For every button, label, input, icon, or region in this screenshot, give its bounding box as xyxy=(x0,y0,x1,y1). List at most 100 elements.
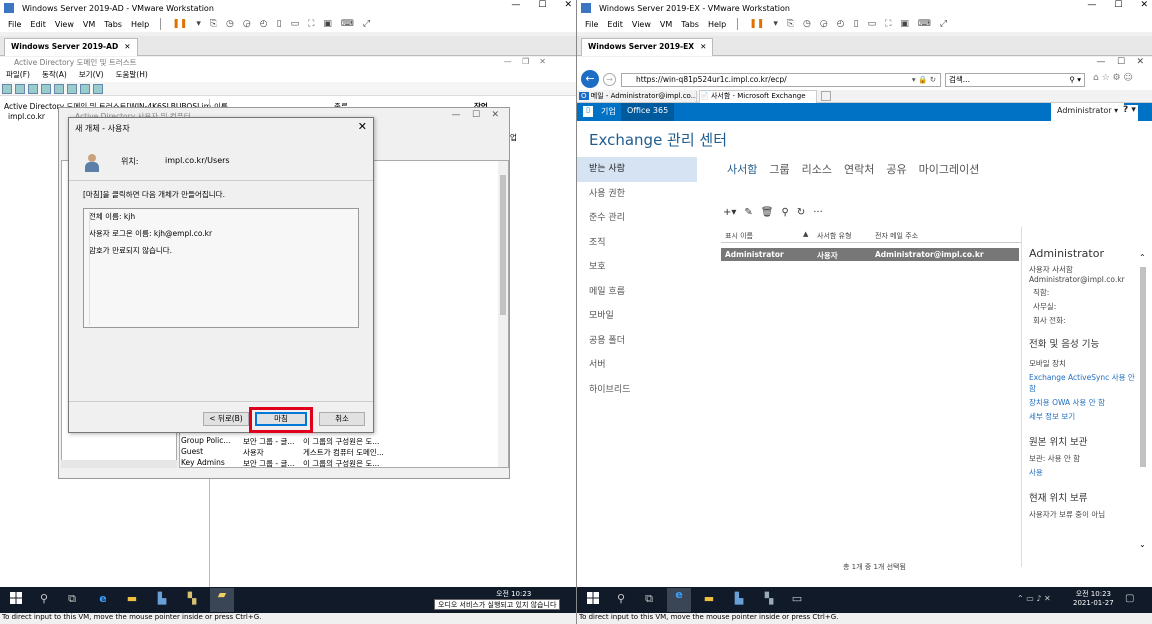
search-icon[interactable]: ⚲ xyxy=(782,207,789,218)
nav-organization[interactable]: 조직 xyxy=(577,231,697,256)
link-details[interactable]: 세부 정보 보기 xyxy=(1029,411,1139,422)
aduc-menu-file[interactable]: 파일(F) xyxy=(6,69,30,81)
summary-scrollbar[interactable] xyxy=(89,211,97,325)
menu-tabs[interactable]: Tabs xyxy=(681,20,699,29)
task-view-icon[interactable]: ⧉ xyxy=(64,592,80,608)
user-menu[interactable]: Administrator ▾ xyxy=(1051,103,1125,121)
dialog-close-icon[interactable]: ✕ xyxy=(358,120,367,133)
menu-help[interactable]: Help xyxy=(708,20,726,29)
search-field[interactable]: 검색... ⚲ ▾ xyxy=(945,73,1085,87)
aduc-menu-view[interactable]: 보기(V) xyxy=(79,69,104,81)
finish-button[interactable]: 마침 xyxy=(255,412,307,426)
unity-icon[interactable]: ▣ xyxy=(900,19,909,29)
task-view-icon[interactable]: ⧉ xyxy=(641,592,657,608)
search-icon[interactable]: ⚲ ▾ xyxy=(1069,74,1081,86)
tab-resources[interactable]: 리소스 xyxy=(802,161,832,177)
bg-tree-hscroll[interactable] xyxy=(61,460,177,468)
start-icon[interactable] xyxy=(585,592,601,608)
scrollbar-thumb[interactable] xyxy=(1140,267,1146,467)
vm-tab[interactable]: Windows Server 2019-EX ✕ xyxy=(581,38,714,56)
nav-mobile[interactable]: 모바일 xyxy=(577,304,697,329)
nav-servers[interactable]: 서버 xyxy=(577,353,697,378)
delete-icon[interactable]: 🗑 xyxy=(761,207,774,218)
revert-icon[interactable]: ◶ xyxy=(820,19,828,29)
manage-snapshots-icon[interactable]: ◴ xyxy=(837,19,845,29)
nav-public-folders[interactable]: 공용 폴더 xyxy=(577,329,697,354)
explorer-icon[interactable]: ▬ xyxy=(701,592,717,608)
link-activesync[interactable]: Exchange ActiveSync 사용 안 함 xyxy=(1029,372,1139,394)
stretch-icon[interactable]: ⤢ xyxy=(363,19,370,29)
library-icon[interactable]: ▯ xyxy=(854,19,859,29)
lock-icon[interactable]: ▾ 🔒 ↻ xyxy=(912,74,936,86)
console-icon[interactable]: ⌨ xyxy=(918,19,931,29)
stretch-icon[interactable]: ⤢ xyxy=(940,19,947,29)
exchange-shell-icon[interactable]: ▚ xyxy=(761,592,777,608)
ie-icon[interactable]: e xyxy=(95,592,111,608)
export-icon[interactable] xyxy=(67,84,77,94)
clock[interactable]: 오전 10:23 2021-01-27 xyxy=(1073,590,1114,608)
ie-icon[interactable]: e xyxy=(667,588,691,612)
browser-tab-mail[interactable]: O 메일 - Administrator@impl.co.... xyxy=(579,91,697,102)
details-scrollbar[interactable]: ⌃ ⌄ xyxy=(1139,253,1147,549)
view-icon[interactable] xyxy=(93,84,103,94)
explorer-icon[interactable]: ▬ xyxy=(124,592,140,608)
minimize-button[interactable]: — xyxy=(511,0,520,10)
dropdown-icon[interactable]: ▾ xyxy=(773,19,778,29)
close-button[interactable]: ✕ xyxy=(1140,0,1148,10)
nav-protection[interactable]: 보호 xyxy=(577,255,697,280)
close-tab-icon[interactable]: ✕ xyxy=(700,42,706,53)
clock-time[interactable]: 오전 10:23 xyxy=(496,590,531,599)
help-icon[interactable] xyxy=(80,84,90,94)
nav-compliance[interactable]: 준수 관리 xyxy=(577,206,697,231)
menu-file[interactable]: File xyxy=(585,20,598,29)
enterprise-label[interactable]: 기업 xyxy=(601,106,616,117)
forward-icon[interactable]: → xyxy=(603,73,616,86)
back-button[interactable]: < 뒤로(B) xyxy=(203,412,249,426)
more-icon[interactable]: ··· xyxy=(813,207,823,218)
tab-groups[interactable]: 그룹 xyxy=(769,161,789,177)
maximize-button[interactable]: ☐ xyxy=(538,0,546,10)
nav-mail-flow[interactable]: 메일 흐름 xyxy=(577,280,697,305)
manage-snapshots-icon[interactable]: ◴ xyxy=(260,19,268,29)
tab-migration[interactable]: 마이그레이션 xyxy=(919,161,980,177)
sort-asc-icon[interactable]: ▲ xyxy=(803,230,808,238)
menu-view[interactable]: View xyxy=(632,20,651,29)
close-button[interactable]: ✕ xyxy=(564,0,572,10)
cmd-icon[interactable]: ▭ xyxy=(789,592,805,608)
minimize-button[interactable]: — xyxy=(1087,0,1096,10)
back-icon[interactable]: ← xyxy=(581,70,599,88)
scroll-down-icon[interactable]: ⌄ xyxy=(1139,540,1146,549)
dropdown-icon[interactable]: ▾ xyxy=(196,19,201,29)
search-icon[interactable]: ⚲ xyxy=(613,592,629,608)
aduc-taskbar-icon[interactable]: ▚ xyxy=(184,592,200,608)
edit-icon[interactable]: ✎ xyxy=(744,207,752,218)
pause-icon[interactable]: ❚❚ xyxy=(749,19,764,29)
pause-icon[interactable]: ❚❚ xyxy=(172,19,187,29)
split-icon[interactable]: ▭ xyxy=(868,19,877,29)
menu-tabs[interactable]: Tabs xyxy=(104,20,122,29)
console-icon[interactable]: ⌨ xyxy=(341,19,354,29)
nav-hybrid[interactable]: 하이브리드 xyxy=(577,378,697,403)
start-icon[interactable] xyxy=(8,592,24,608)
aduc-menu-action[interactable]: 동작(A) xyxy=(42,69,67,81)
server-manager-icon[interactable]: ▙ xyxy=(731,592,747,608)
send-keys-icon[interactable]: ⎘ xyxy=(787,19,794,29)
snapshot-icon[interactable]: ◷ xyxy=(226,19,234,29)
nav-recipients[interactable]: 받는 사람 xyxy=(577,157,697,182)
menu-edit[interactable]: Edit xyxy=(607,20,623,29)
link-enable-archive[interactable]: 사용 xyxy=(1029,467,1139,478)
fullscreen-icon[interactable]: ⛶ xyxy=(308,19,314,29)
new-tab-icon[interactable] xyxy=(821,91,831,101)
browser-window-controls[interactable]: — ☐ ✕ xyxy=(1097,57,1145,67)
bg-window-controls[interactable]: — ☐ ✕ xyxy=(452,110,500,120)
aduc-window-controls[interactable]: — ❐ ✕ xyxy=(504,57,546,66)
vm-tab[interactable]: Windows Server 2019-AD ✕ xyxy=(4,38,138,56)
maximize-button[interactable]: ☐ xyxy=(1114,0,1122,10)
menu-help[interactable]: Help xyxy=(131,20,149,29)
fullscreen-icon[interactable]: ⛶ xyxy=(885,19,891,29)
menu-file[interactable]: File xyxy=(8,20,21,29)
server-manager-icon[interactable]: ▙ xyxy=(154,592,170,608)
add-icon[interactable]: +▾ xyxy=(723,207,736,218)
menu-vm[interactable]: VM xyxy=(660,20,672,29)
properties-icon[interactable] xyxy=(54,84,64,94)
